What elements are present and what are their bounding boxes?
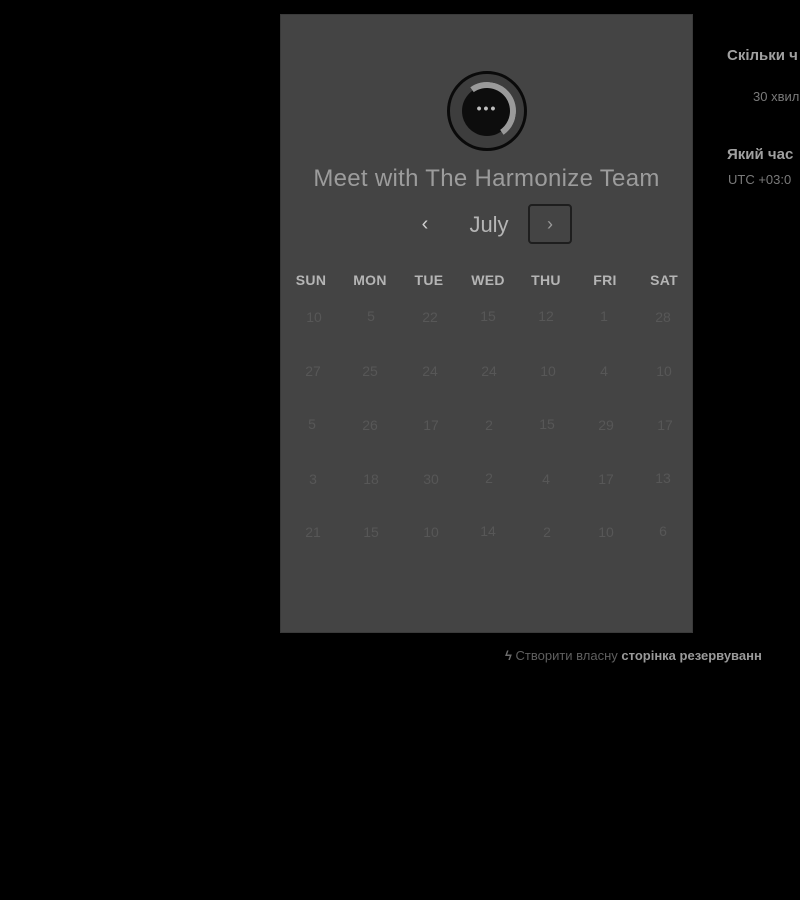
calendar-day[interactable]: 2 (469, 470, 509, 486)
calendar-day[interactable]: 10 (644, 363, 684, 379)
calendar-day[interactable]: 24 (410, 363, 450, 379)
calendar-day[interactable]: 3 (293, 471, 333, 487)
calendar-day[interactable]: 12 (526, 308, 566, 324)
timezone-label[interactable]: UTC +03:0 (728, 172, 791, 187)
calendar-day[interactable]: 10 (586, 524, 626, 540)
page-title: Meet with The Harmonize Team (313, 165, 660, 192)
footer-bold-text: сторінка резервуванн (621, 648, 762, 663)
time-heading: Який час (727, 146, 794, 163)
calendar-day[interactable]: 4 (584, 363, 624, 379)
weekday-sun: SUN (295, 272, 327, 288)
calendar-day[interactable]: 10 (411, 524, 451, 540)
month-label: July (469, 212, 509, 237)
calendar-day[interactable]: 17 (645, 417, 685, 433)
calendar-day[interactable]: 29 (586, 417, 626, 433)
calendar-day[interactable]: 2 (527, 524, 567, 540)
calendar-day[interactable]: 15 (527, 416, 567, 432)
calendar-day[interactable]: 10 (528, 363, 568, 379)
calendar-day[interactable]: 22 (410, 309, 450, 325)
weekday-sat: SAT (650, 272, 678, 288)
logo-dots: ••• (476, 100, 498, 116)
calendar-day[interactable]: 15 (468, 308, 508, 324)
chat-logo-icon: ••• (447, 71, 527, 151)
next-month-button[interactable]: › (528, 204, 572, 244)
calendar-day[interactable]: 17 (586, 471, 626, 487)
month-navigation: ‹ July › (281, 204, 692, 246)
weekday-mon: MON (353, 272, 387, 288)
calendar-day[interactable]: 4 (526, 471, 566, 487)
calendar-day[interactable]: 5 (351, 308, 391, 324)
calendar-day[interactable]: 27 (293, 363, 333, 379)
duration-heading: Скільки ч (727, 47, 798, 64)
calendar-day[interactable]: 28 (643, 309, 683, 325)
calendar-day[interactable]: 6 (643, 523, 683, 539)
calendar-day[interactable]: 10 (294, 309, 334, 325)
calendar-day[interactable]: 18 (351, 471, 391, 487)
weekday-tue: TUE (414, 272, 444, 288)
calendar-day[interactable]: 26 (350, 417, 390, 433)
weekday-wed: WED (471, 272, 505, 288)
calendar-day[interactable]: 13 (643, 470, 683, 486)
calendar-day[interactable]: 5 (292, 416, 332, 432)
weekday-fri: FRI (593, 272, 617, 288)
calendar-day[interactable]: 24 (469, 363, 509, 379)
booking-card: ••• Meet with The Harmonize Team ‹ July … (280, 14, 693, 633)
calendar-day[interactable]: 1 (584, 308, 624, 324)
calendar-day[interactable]: 17 (411, 417, 451, 433)
weekday-thu: THU (531, 272, 561, 288)
calendar-day[interactable]: 2 (469, 417, 509, 433)
footer-link[interactable]: ϟ Створити власну сторінка резервуванн (505, 648, 762, 663)
calendar-day[interactable]: 21 (293, 524, 333, 540)
footer-text: Створити власну (515, 648, 618, 663)
sprocket-icon: ϟ (505, 648, 512, 663)
prev-month-button[interactable]: ‹ (413, 213, 437, 237)
calendar-day[interactable]: 15 (351, 524, 391, 540)
calendar-day[interactable]: 25 (350, 363, 390, 379)
calendar-day[interactable]: 14 (468, 523, 508, 539)
duration-value[interactable]: 30 хвил (753, 89, 799, 104)
calendar-day[interactable]: 30 (411, 471, 451, 487)
